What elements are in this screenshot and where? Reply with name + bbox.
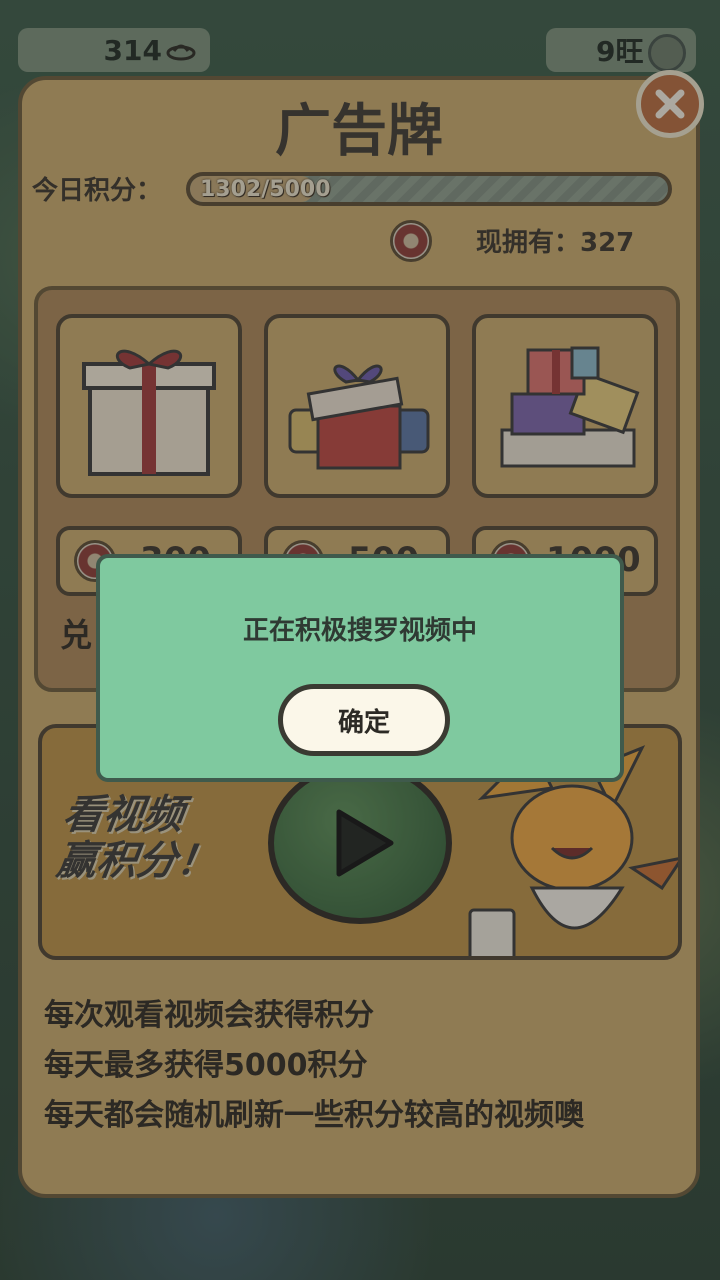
notice-dialog: 正在积极搜罗视频中 确定 [96,554,624,782]
confirm-button[interactable]: 确定 [278,684,450,756]
dialog-message: 正在积极搜罗视频中 [242,616,477,646]
